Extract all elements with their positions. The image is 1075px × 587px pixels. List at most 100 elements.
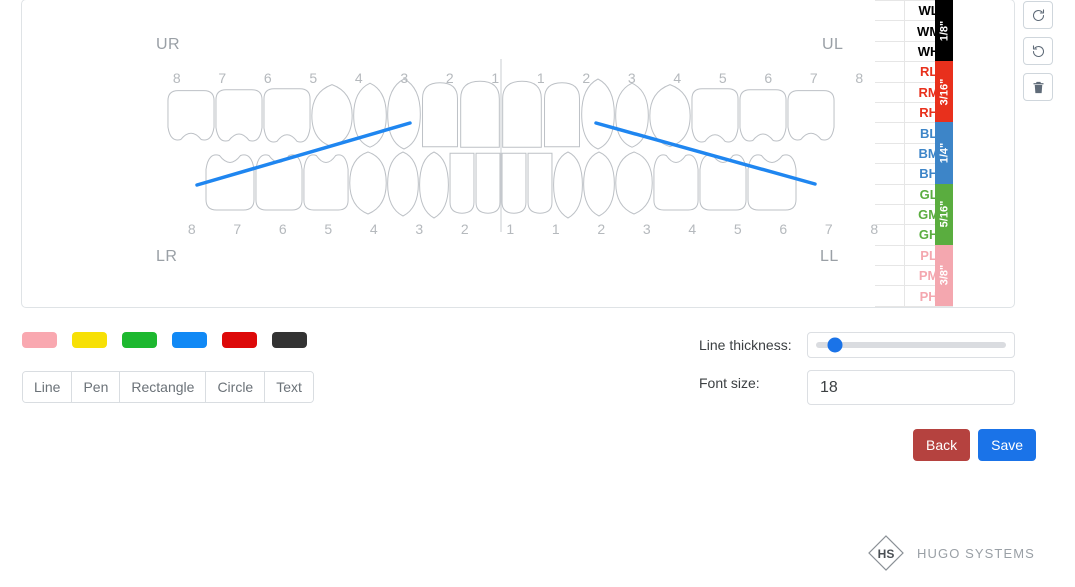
- tooth-number-lower-10: 3: [642, 221, 651, 237]
- tooth-number-upper-3: 5: [309, 70, 318, 86]
- tooth-number-lower-13: 6: [779, 221, 788, 237]
- tool-button-circle[interactable]: Circle: [206, 372, 266, 402]
- undo-icon: [1031, 8, 1046, 23]
- legend-value-cell-WM[interactable]: [875, 20, 906, 42]
- tooth-number-upper-7: 1: [491, 70, 500, 86]
- legend-value-cell-RL[interactable]: [875, 61, 906, 83]
- color-swatch-red[interactable]: [222, 332, 257, 348]
- tooth-lower-left-8[interactable]: [501, 152, 527, 214]
- tooth-number-upper-5: 3: [400, 70, 409, 86]
- tooth-lower-left-4[interactable]: [615, 151, 653, 215]
- legend-value-cell-BL[interactable]: [875, 122, 906, 144]
- tool-button-rectangle[interactable]: Rectangle: [120, 372, 207, 402]
- tooth-upper-right-6[interactable]: [387, 78, 421, 150]
- color-swatch-green[interactable]: [122, 332, 157, 348]
- band-label: 3/16": [938, 78, 950, 106]
- tooth-upper-left-7[interactable]: [544, 82, 580, 148]
- tooth-lower-right-6[interactable]: [419, 151, 449, 219]
- hugo-systems-logo-icon: HS: [866, 533, 906, 573]
- tooth-lower-left-1[interactable]: [747, 154, 797, 211]
- tooth-number-upper-8: 1: [536, 70, 545, 86]
- drawing-tool-group: Line Pen Rectangle Circle Text: [22, 371, 314, 403]
- color-swatch-pink[interactable]: [22, 332, 57, 348]
- annotation-line-1[interactable]: [594, 121, 817, 186]
- tooth-lower-right-1[interactable]: [205, 154, 255, 211]
- tooth-lower-right-7[interactable]: [449, 152, 475, 214]
- quadrant-label-upper-right: UR: [156, 36, 181, 53]
- annotation-layer[interactable]: [195, 121, 817, 187]
- legend-value-cell-PL[interactable]: [875, 244, 906, 267]
- tooth-upper-left-4[interactable]: [649, 84, 691, 148]
- tooth-lower-left-3[interactable]: [653, 154, 699, 211]
- trash-icon: [1031, 80, 1046, 95]
- undo-button[interactable]: [1023, 1, 1053, 29]
- tooth-lower-left-6[interactable]: [553, 151, 583, 219]
- legend-value-cell-BM[interactable]: [875, 142, 906, 165]
- svg-text:HS: HS: [878, 547, 895, 561]
- legend-value-cell-PM[interactable]: [875, 265, 906, 287]
- redo-icon: [1031, 44, 1046, 59]
- save-button[interactable]: Save: [978, 429, 1037, 461]
- tooth-lower-left-5[interactable]: [583, 151, 615, 217]
- redo-button[interactable]: [1023, 37, 1053, 65]
- legend-value-cell-RM[interactable]: [875, 81, 906, 103]
- tooth-lower-right-8[interactable]: [475, 152, 501, 214]
- tooth-number-upper-10: 3: [627, 70, 636, 86]
- tooth-lower-right-2[interactable]: [255, 154, 303, 211]
- legend-value-cell-RH[interactable]: [875, 101, 906, 124]
- tooth-number-upper-6: 2: [445, 70, 454, 86]
- tooth-upper-right-8[interactable]: [460, 80, 500, 148]
- action-buttons: Back Save: [913, 429, 1037, 461]
- tooth-number-lower-2: 6: [278, 221, 287, 237]
- tooth-number-upper-13: 6: [764, 70, 773, 86]
- back-button[interactable]: Back: [913, 429, 971, 461]
- color-swatch-yellow[interactable]: [72, 332, 107, 348]
- band-label: 5/16": [938, 200, 950, 228]
- tool-button-pen[interactable]: Pen: [72, 372, 121, 402]
- tooth-upper-right-7[interactable]: [422, 82, 458, 148]
- tooth-upper-right-4[interactable]: [311, 84, 353, 148]
- slider-track[interactable]: [816, 337, 1006, 353]
- font-size-input[interactable]: [807, 370, 1015, 405]
- tool-button-line[interactable]: Line: [23, 372, 73, 402]
- tooth-lower-right-4[interactable]: [349, 151, 387, 215]
- tooth-upper-left-8[interactable]: [502, 80, 542, 148]
- tooth-diagram[interactable]: [22, 0, 852, 307]
- tooth-chart-panel[interactable]: UR UL LR LL 8765432112345678 87654321123…: [21, 0, 1015, 308]
- color-swatch-black[interactable]: [272, 332, 307, 348]
- legend-value-cell-WH[interactable]: [875, 40, 906, 63]
- tooth-number-lower-9: 2: [597, 221, 606, 237]
- quadrant-label-upper-left: UL: [822, 36, 844, 53]
- color-swatch-blue[interactable]: [172, 332, 207, 348]
- line-thickness-slider[interactable]: [807, 332, 1015, 358]
- legend-value-cell-GH[interactable]: [875, 224, 906, 246]
- tooth-upper-left-6[interactable]: [581, 78, 615, 150]
- tooth-upper-left-1[interactable]: [787, 90, 835, 141]
- delete-button[interactable]: [1023, 73, 1053, 101]
- tooth-lower-right-3[interactable]: [303, 154, 349, 211]
- slider-thumb[interactable]: [827, 337, 843, 353]
- legend-value-cell-GL[interactable]: [875, 183, 906, 205]
- tooth-lower-left-7[interactable]: [527, 152, 553, 214]
- footer-branding: HS HUGO SYSTEMS: [866, 533, 1035, 573]
- tool-button-text[interactable]: Text: [265, 372, 313, 402]
- legend-value-cell-WL[interactable]: [875, 0, 906, 22]
- tooth-upper-left-3[interactable]: [691, 88, 739, 143]
- legend-value-cell-PH[interactable]: [875, 285, 906, 307]
- tooth-chart-canvas[interactable]: [22, 0, 852, 307]
- tooth-number-upper-14: 7: [809, 70, 818, 86]
- tooth-number-lower-0: 8: [187, 221, 196, 237]
- color-palette: [22, 332, 307, 348]
- tooth-upper-right-1[interactable]: [167, 90, 215, 141]
- line-thickness-label: Line thickness:: [699, 337, 792, 353]
- measurement-band: 3/16": [935, 61, 953, 123]
- quadrant-label-lower-left: LL: [820, 248, 839, 265]
- tooth-upper-right-2[interactable]: [215, 89, 263, 142]
- tooth-upper-right-3[interactable]: [263, 88, 311, 143]
- tooth-lower-right-5[interactable]: [387, 151, 419, 217]
- tooth-upper-left-2[interactable]: [739, 89, 787, 142]
- band-label: 1/8": [938, 20, 951, 41]
- tooth-number-upper-11: 4: [673, 70, 682, 86]
- legend-value-cell-BH[interactable]: [875, 163, 906, 185]
- legend-value-cell-GM[interactable]: [875, 203, 906, 226]
